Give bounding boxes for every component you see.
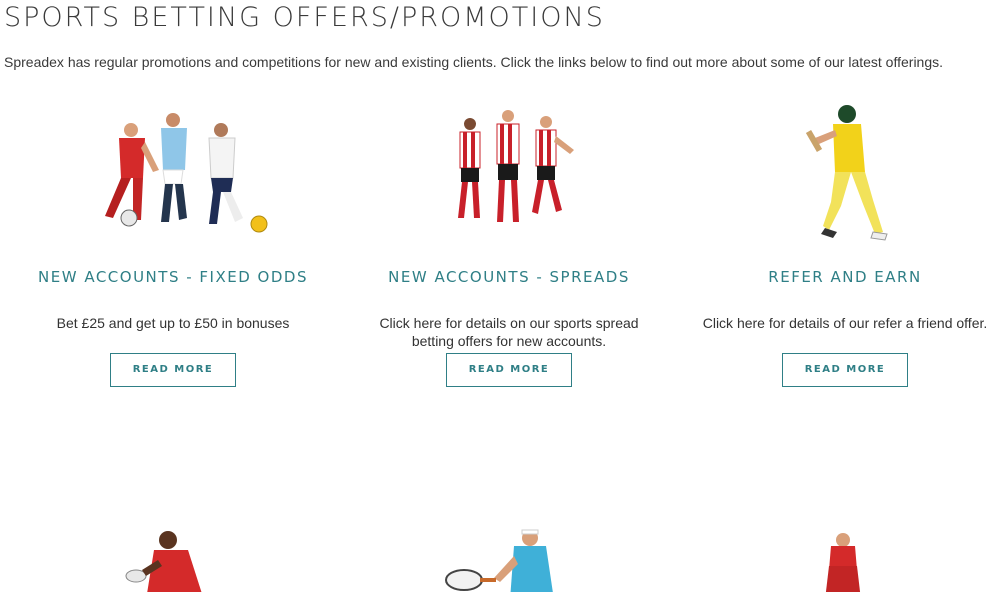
read-more-button[interactable]: READ MORE bbox=[446, 353, 572, 387]
footballers-celebrating-illustration[interactable] bbox=[680, 520, 1000, 592]
read-more-button[interactable]: READ MORE bbox=[110, 353, 236, 387]
cricketer-illustration[interactable] bbox=[680, 100, 1000, 250]
offer-description: Click here for details of our refer a fr… bbox=[702, 315, 988, 331]
offer-title[interactable]: NEW ACCOUNTS - FIXED ODDS bbox=[8, 268, 338, 286]
promotions-page: SPORTS BETTING OFFERS/PROMOTIONS Spreade… bbox=[0, 0, 1000, 592]
offer-title[interactable]: NEW ACCOUNTS - SPREADS bbox=[344, 268, 674, 286]
offer-title[interactable]: REFER AND EARN bbox=[680, 268, 1000, 286]
striped-footballers-illustration[interactable] bbox=[344, 100, 674, 250]
tennis-player-illustration[interactable] bbox=[344, 520, 674, 592]
offer-card-tennis bbox=[344, 520, 674, 592]
offer-card-celebration bbox=[680, 520, 1000, 592]
intro-text: Spreadex has regular promotions and comp… bbox=[4, 54, 944, 70]
offer-description: Click here for details on our sports spr… bbox=[379, 315, 639, 349]
offer-card-spreads: NEW ACCOUNTS - SPREADS Click here for de… bbox=[344, 100, 674, 400]
offer-card-rugby bbox=[8, 520, 338, 592]
offer-description: Bet £25 and get up to £50 in bonuses bbox=[56, 315, 290, 331]
rugby-player-illustration[interactable] bbox=[8, 520, 338, 592]
read-more-button[interactable]: READ MORE bbox=[782, 353, 908, 387]
offer-card-fixed-odds: NEW ACCOUNTS - FIXED ODDS Bet £25 and ge… bbox=[8, 100, 338, 400]
offer-card-refer: REFER AND EARN Click here for details of… bbox=[680, 100, 1000, 400]
footballers-illustration[interactable] bbox=[8, 100, 338, 250]
page-title: SPORTS BETTING OFFERS/PROMOTIONS bbox=[4, 2, 605, 33]
